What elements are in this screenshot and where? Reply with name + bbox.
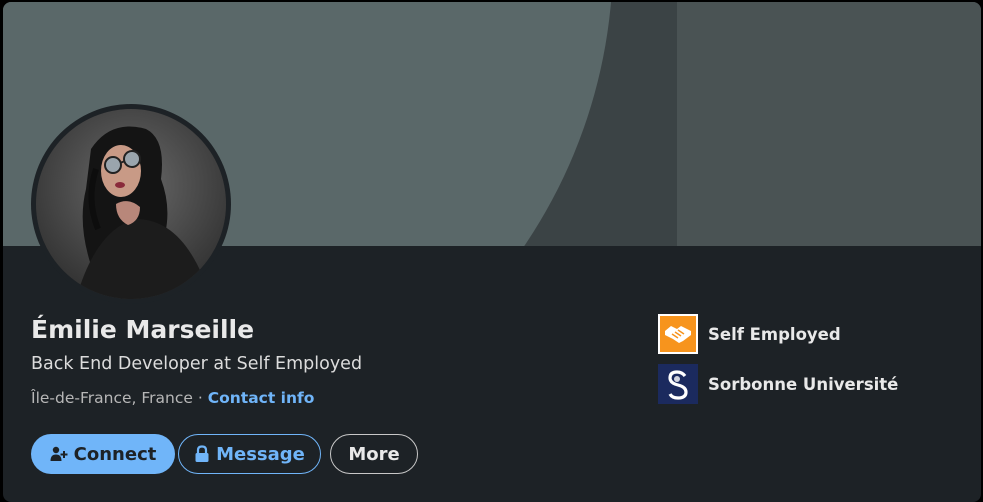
message-label: Message bbox=[216, 443, 305, 465]
contact-info-link[interactable]: Contact info bbox=[208, 389, 315, 407]
org-name: Self Employed bbox=[708, 324, 841, 344]
location-text: Île-de-France, France bbox=[31, 389, 193, 407]
avatar-photo bbox=[36, 109, 226, 299]
location-line: Île-de-France, France · Contact info bbox=[31, 389, 314, 407]
banner-panel bbox=[677, 2, 981, 246]
connect-label: Connect bbox=[73, 443, 157, 465]
lock-icon bbox=[194, 445, 210, 463]
message-button[interactable]: Message bbox=[178, 434, 321, 474]
org-sorbonne[interactable]: Sorbonne Université bbox=[658, 364, 898, 404]
org-name: Sorbonne Université bbox=[708, 374, 899, 394]
more-button[interactable]: More bbox=[330, 434, 418, 474]
avatar[interactable] bbox=[36, 109, 226, 299]
connect-button[interactable]: Connect bbox=[31, 434, 175, 474]
handshake-icon bbox=[658, 314, 698, 354]
more-label: More bbox=[348, 443, 400, 465]
sorbonne-logo bbox=[658, 364, 698, 404]
add-person-icon bbox=[50, 445, 68, 463]
profile-name: Émilie Marseille bbox=[31, 315, 255, 344]
profile-headline: Back End Developer at Self Employed bbox=[31, 354, 363, 374]
org-self-employed[interactable]: Self Employed bbox=[658, 314, 841, 354]
separator: · bbox=[197, 389, 203, 407]
